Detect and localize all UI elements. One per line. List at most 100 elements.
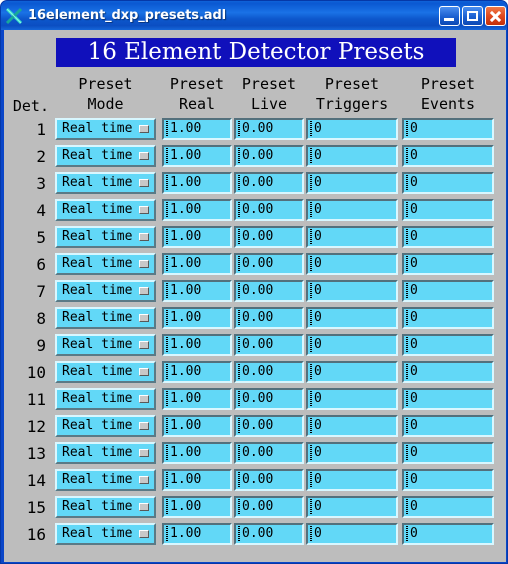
- preset-live-value: 0.00: [242, 499, 274, 514]
- text-caret: [406, 148, 408, 164]
- preset-mode-dropdown[interactable]: Real time: [55, 199, 156, 221]
- preset-events-input[interactable]: 0: [402, 226, 494, 248]
- preset-mode-dropdown[interactable]: Real time: [55, 118, 156, 140]
- preset-live-input[interactable]: 0.00: [234, 280, 304, 302]
- preset-real-input[interactable]: 1.00: [162, 145, 232, 167]
- preset-events-input[interactable]: 0: [402, 145, 494, 167]
- preset-triggers-input[interactable]: 0: [306, 172, 398, 194]
- preset-real-input[interactable]: 1.00: [162, 388, 232, 410]
- dropdown-menu-icon: [139, 206, 149, 214]
- preset-events-input[interactable]: 0: [402, 172, 494, 194]
- preset-events-input[interactable]: 0: [402, 199, 494, 221]
- preset-real-input[interactable]: 1.00: [162, 307, 232, 329]
- preset-mode-dropdown[interactable]: Real time: [55, 442, 156, 464]
- preset-live-input[interactable]: 0.00: [234, 172, 304, 194]
- preset-triggers-input[interactable]: 0: [306, 523, 398, 545]
- preset-mode-dropdown[interactable]: Real time: [55, 226, 156, 248]
- dropdown-menu-icon: [139, 368, 149, 376]
- preset-real-input[interactable]: 1.00: [162, 523, 232, 545]
- preset-live-input[interactable]: 0.00: [234, 469, 304, 491]
- preset-mode-dropdown[interactable]: Real time: [55, 172, 156, 194]
- window-title: 16element_dxp_presets.adl: [28, 8, 227, 23]
- title-bar[interactable]: 16element_dxp_presets.adl: [1, 1, 507, 30]
- page-title: 16 Element Detector Presets: [56, 38, 456, 67]
- preset-live-input[interactable]: 0.00: [234, 199, 304, 221]
- preset-triggers-input[interactable]: 0: [306, 253, 398, 275]
- preset-events-input[interactable]: 0: [402, 388, 494, 410]
- text-caret: [238, 499, 240, 515]
- preset-live-input[interactable]: 0.00: [234, 226, 304, 248]
- preset-mode-dropdown[interactable]: Real time: [55, 415, 156, 437]
- preset-triggers-input[interactable]: 0: [306, 361, 398, 383]
- text-caret: [166, 364, 168, 380]
- text-caret: [406, 229, 408, 245]
- preset-mode-value: Real time: [62, 391, 133, 406]
- minimize-button[interactable]: [439, 5, 460, 26]
- preset-triggers-input[interactable]: 0: [306, 226, 398, 248]
- close-button[interactable]: [485, 5, 506, 26]
- preset-triggers-input[interactable]: 0: [306, 118, 398, 140]
- preset-events-input[interactable]: 0: [402, 253, 494, 275]
- preset-mode-dropdown[interactable]: Real time: [55, 334, 156, 356]
- preset-events-input[interactable]: 0: [402, 496, 494, 518]
- text-caret: [406, 337, 408, 353]
- preset-events-input[interactable]: 0: [402, 280, 494, 302]
- preset-events-input[interactable]: 0: [402, 118, 494, 140]
- preset-real-input[interactable]: 1.00: [162, 226, 232, 248]
- preset-mode-dropdown[interactable]: Real time: [55, 496, 156, 518]
- preset-real-input[interactable]: 1.00: [162, 469, 232, 491]
- preset-real-input[interactable]: 1.00: [162, 172, 232, 194]
- preset-live-input[interactable]: 0.00: [234, 442, 304, 464]
- preset-events-input[interactable]: 0: [402, 469, 494, 491]
- preset-live-input[interactable]: 0.00: [234, 415, 304, 437]
- preset-mode-dropdown[interactable]: Real time: [55, 253, 156, 275]
- text-caret: [238, 283, 240, 299]
- preset-triggers-input[interactable]: 0: [306, 307, 398, 329]
- preset-live-input[interactable]: 0.00: [234, 253, 304, 275]
- preset-triggers-input[interactable]: 0: [306, 496, 398, 518]
- preset-real-input[interactable]: 1.00: [162, 199, 232, 221]
- preset-real-input[interactable]: 1.00: [162, 253, 232, 275]
- text-caret: [166, 499, 168, 515]
- preset-live-input[interactable]: 0.00: [234, 145, 304, 167]
- preset-mode-dropdown[interactable]: Real time: [55, 523, 156, 545]
- preset-triggers-input[interactable]: 0: [306, 280, 398, 302]
- preset-live-input[interactable]: 0.00: [234, 361, 304, 383]
- preset-mode-value: Real time: [62, 472, 133, 487]
- preset-events-input[interactable]: 0: [402, 523, 494, 545]
- preset-events-input[interactable]: 0: [402, 442, 494, 464]
- preset-real-input[interactable]: 1.00: [162, 280, 232, 302]
- preset-triggers-input[interactable]: 0: [306, 145, 398, 167]
- preset-real-input[interactable]: 1.00: [162, 118, 232, 140]
- preset-mode-dropdown[interactable]: Real time: [55, 388, 156, 410]
- preset-live-input[interactable]: 0.00: [234, 523, 304, 545]
- preset-triggers-input[interactable]: 0: [306, 415, 398, 437]
- preset-live-input[interactable]: 0.00: [234, 334, 304, 356]
- preset-real-input[interactable]: 1.00: [162, 334, 232, 356]
- preset-mode-dropdown[interactable]: Real time: [55, 361, 156, 383]
- preset-triggers-input[interactable]: 0: [306, 442, 398, 464]
- maximize-button[interactable]: [462, 5, 483, 26]
- preset-triggers-input[interactable]: 0: [306, 388, 398, 410]
- preset-mode-dropdown[interactable]: Real time: [55, 307, 156, 329]
- preset-events-input[interactable]: 0: [402, 307, 494, 329]
- preset-events-input[interactable]: 0: [402, 361, 494, 383]
- preset-mode-dropdown[interactable]: Real time: [55, 280, 156, 302]
- preset-triggers-input[interactable]: 0: [306, 334, 398, 356]
- preset-triggers-input[interactable]: 0: [306, 199, 398, 221]
- preset-real-input[interactable]: 1.00: [162, 496, 232, 518]
- preset-real-input[interactable]: 1.00: [162, 442, 232, 464]
- preset-live-input[interactable]: 0.00: [234, 307, 304, 329]
- preset-triggers-input[interactable]: 0: [306, 469, 398, 491]
- preset-live-input[interactable]: 0.00: [234, 118, 304, 140]
- preset-real-input[interactable]: 1.00: [162, 361, 232, 383]
- preset-live-input[interactable]: 0.00: [234, 388, 304, 410]
- preset-events-input[interactable]: 0: [402, 415, 494, 437]
- detector-number: 2: [36, 147, 46, 166]
- preset-mode-dropdown[interactable]: Real time: [55, 469, 156, 491]
- preset-events-input[interactable]: 0: [402, 334, 494, 356]
- detector-number: 16: [26, 525, 46, 544]
- preset-mode-dropdown[interactable]: Real time: [55, 145, 156, 167]
- preset-real-input[interactable]: 1.00: [162, 415, 232, 437]
- preset-live-input[interactable]: 0.00: [234, 496, 304, 518]
